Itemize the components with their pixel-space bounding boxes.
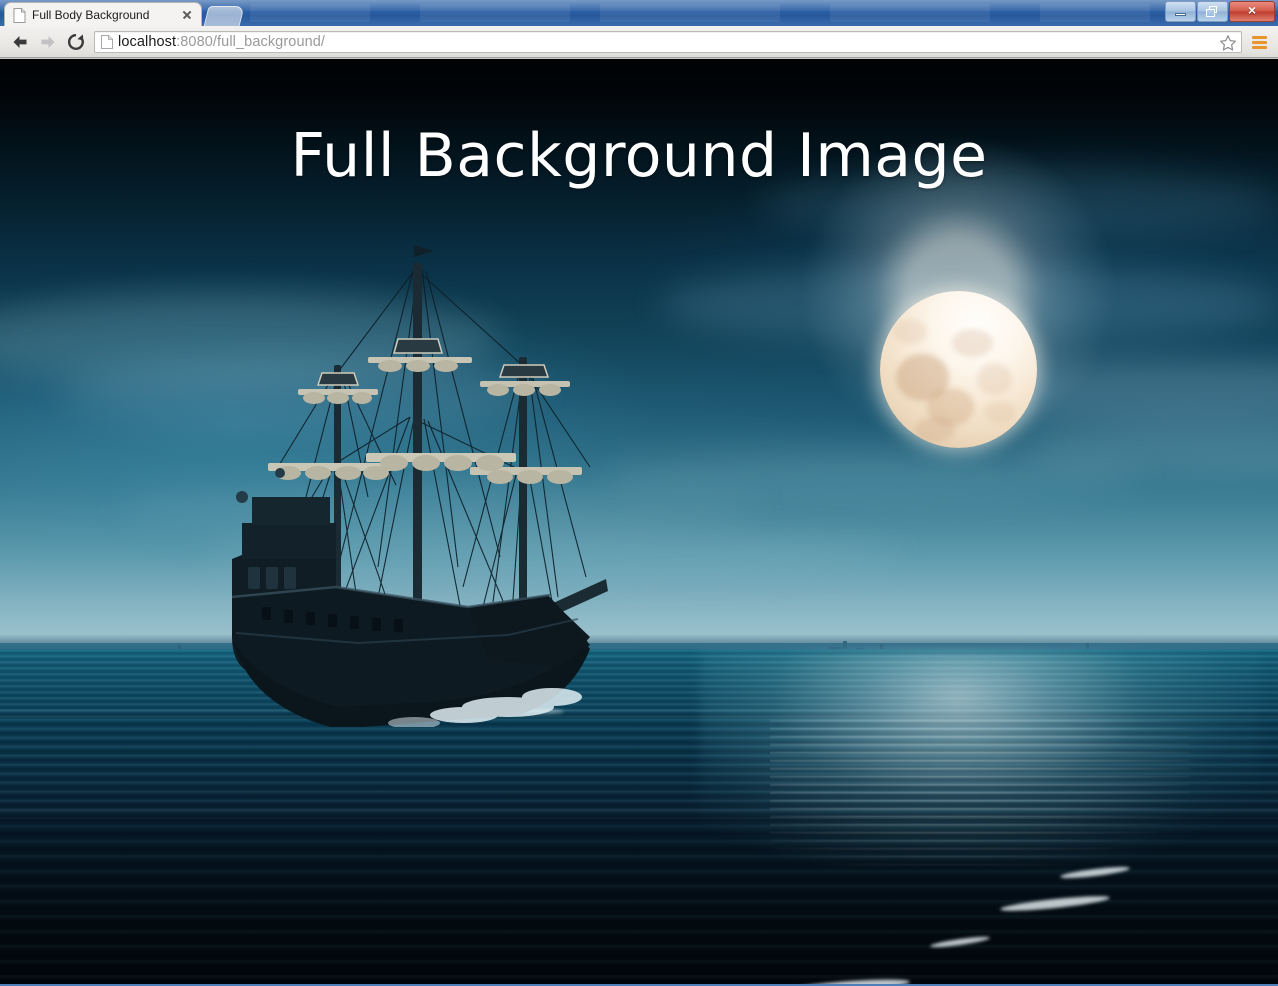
forward-button[interactable]: [34, 28, 62, 56]
new-tab-button[interactable]: [203, 6, 245, 26]
window-close-button[interactable]: ×: [1229, 1, 1275, 22]
window-controls: ×: [1165, 1, 1275, 22]
restore-icon-front: [1206, 9, 1215, 17]
back-button[interactable]: [6, 28, 34, 56]
tab-title: Full Body Background: [32, 8, 150, 22]
desktop-reflection: [250, 4, 370, 22]
window-minimize-button[interactable]: [1165, 1, 1196, 22]
browser-toolbar: localhost:8080/full_background/: [0, 26, 1278, 58]
desktop-reflection: [1040, 4, 1150, 22]
reload-icon: [67, 33, 84, 50]
page-title: Full Background Image: [290, 121, 988, 191]
close-icon: ×: [1247, 2, 1257, 18]
desktop-reflection: [830, 4, 990, 22]
forward-arrow-icon: [41, 35, 55, 48]
reload-button[interactable]: [62, 28, 90, 56]
moonlight-glitter: [770, 719, 1190, 869]
hamburger-icon: [1252, 45, 1267, 49]
url-host: localhost: [118, 33, 177, 50]
minimize-icon: [1175, 13, 1186, 16]
hamburger-icon: [1252, 35, 1267, 39]
browser-tab-active[interactable]: Full Body Background: [4, 2, 202, 26]
moon-crater: [914, 416, 956, 442]
moon-crater: [952, 328, 994, 357]
title-bar: Full Body Background ×: [0, 0, 1278, 26]
page-document-icon: [13, 7, 26, 23]
moon-crater: [892, 319, 928, 345]
url-text: localhost:8080/full_background/: [118, 34, 1237, 50]
desktop-reflection: [420, 4, 570, 22]
address-bar[interactable]: localhost:8080/full_background/: [94, 30, 1242, 53]
chrome-menu-button[interactable]: [1248, 29, 1270, 55]
hamburger-icon: [1252, 40, 1267, 44]
back-arrow-icon: [13, 35, 27, 48]
pirate-ship: [218, 167, 608, 727]
bookmark-star-icon[interactable]: [1219, 34, 1237, 52]
url-path: :8080/full_background/: [176, 33, 326, 50]
page-viewport: Full Background Image: [0, 59, 1278, 986]
browser-window: Full Body Background × localhost:8080/fu…: [0, 0, 1278, 986]
page-document-icon: [101, 34, 113, 49]
desktop-reflection: [600, 4, 780, 22]
moon-crater: [977, 363, 1012, 395]
moon-crater: [983, 400, 1015, 423]
tab-close-icon[interactable]: [179, 7, 195, 23]
pirate-ship-silhouette: [231, 245, 608, 727]
window-restore-button[interactable]: [1197, 1, 1228, 22]
full-moon: [880, 291, 1037, 448]
